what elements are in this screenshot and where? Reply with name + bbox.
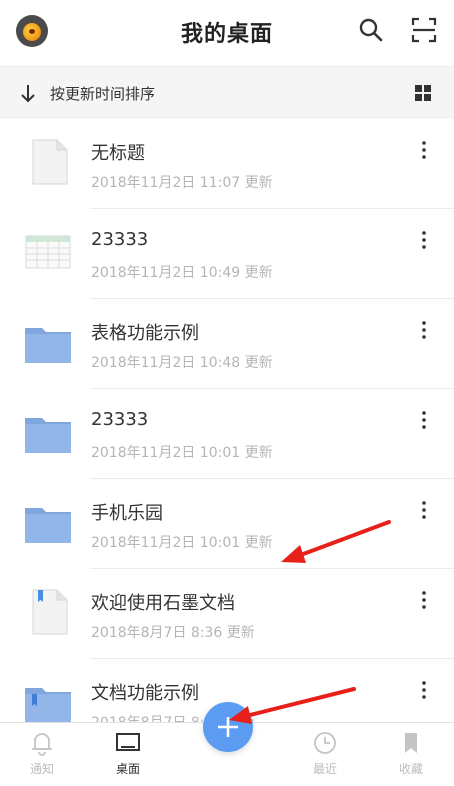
top-bar: 我的桌面 — [0, 0, 454, 64]
tab-notify[interactable]: 通知 — [7, 729, 77, 777]
tab-label: 最近 — [312, 762, 337, 776]
file-item[interactable]: 手机乐园 2018年11月2日 10:01 更新 — [0, 479, 454, 569]
file-item[interactable]: 无标题 2018年11月2日 11:07 更新 — [0, 119, 454, 209]
file-updated: 2018年11月2日 10:48 更新 — [91, 355, 273, 371]
doc-bookmark-icon — [32, 589, 68, 635]
file-item[interactable]: 23333 2018年11月2日 10:49 更新 — [0, 209, 454, 299]
search-icon[interactable] — [357, 16, 385, 44]
tab-label: 桌面 — [115, 762, 140, 776]
plus-icon — [218, 717, 238, 737]
file-name: 无标题 — [91, 143, 145, 164]
file-updated: 2018年8月7日 8:36 更新 — [91, 625, 255, 641]
folder-icon — [25, 328, 71, 363]
tab-desktop[interactable]: 桌面 — [93, 729, 163, 777]
sort-label: 按更新时间排序 — [50, 85, 156, 103]
more-icon[interactable] — [413, 589, 435, 611]
file-updated: 2018年11月2日 10:01 更新 — [91, 535, 273, 551]
more-icon[interactable] — [413, 229, 435, 251]
more-icon[interactable] — [413, 409, 435, 431]
clock-icon — [314, 732, 336, 754]
file-name: 表格功能示例 — [91, 323, 199, 344]
file-name: 23333 — [91, 229, 149, 250]
grid-view-icon[interactable] — [414, 84, 432, 102]
doc-icon — [32, 139, 68, 185]
more-icon[interactable] — [413, 139, 435, 161]
tab-favorites[interactable]: 收藏 — [376, 729, 446, 777]
file-updated: 2018年11月2日 10:49 更新 — [91, 265, 273, 281]
sheet-icon — [25, 235, 71, 269]
more-icon[interactable] — [413, 499, 435, 521]
bookmark-icon — [405, 733, 417, 753]
file-name: 23333 — [91, 409, 149, 430]
bell-icon — [32, 733, 52, 756]
file-name: 欢迎使用石墨文档 — [91, 593, 235, 614]
folder-bookmark-icon — [25, 688, 71, 723]
more-icon[interactable] — [413, 319, 435, 341]
file-list: 无标题 2018年11月2日 11:07 更新 23333 2018年11月2日… — [0, 119, 454, 749]
more-icon[interactable] — [413, 679, 435, 701]
scan-icon[interactable] — [410, 16, 438, 44]
file-name: 文档功能示例 — [91, 683, 199, 704]
file-item[interactable]: 23333 2018年11月2日 10:01 更新 — [0, 389, 454, 479]
file-name: 手机乐园 — [91, 503, 163, 524]
sort-bar[interactable]: 按更新时间排序 — [0, 66, 454, 118]
page-title: 我的桌面 — [180, 22, 273, 47]
tab-label: 收藏 — [398, 762, 423, 776]
app-root: 我的桌面 按更新时间排序 无标题 2018年11月2日 11:07 更新 233… — [0, 0, 454, 786]
folder-icon — [25, 508, 71, 543]
file-item[interactable]: 表格功能示例 2018年11月2日 10:48 更新 — [0, 299, 454, 389]
tab-label: 通知 — [29, 762, 54, 776]
folder-icon — [25, 418, 71, 453]
file-updated: 2018年11月2日 10:01 更新 — [91, 445, 273, 461]
file-item[interactable]: 欢迎使用石墨文档 2018年8月7日 8:36 更新 — [0, 569, 454, 659]
arrow-down-icon — [21, 85, 35, 103]
tab-recent[interactable]: 最近 — [290, 729, 360, 777]
add-button[interactable] — [203, 702, 253, 752]
file-updated: 2018年11月2日 11:07 更新 — [91, 175, 273, 191]
desktop-icon — [116, 733, 140, 751]
